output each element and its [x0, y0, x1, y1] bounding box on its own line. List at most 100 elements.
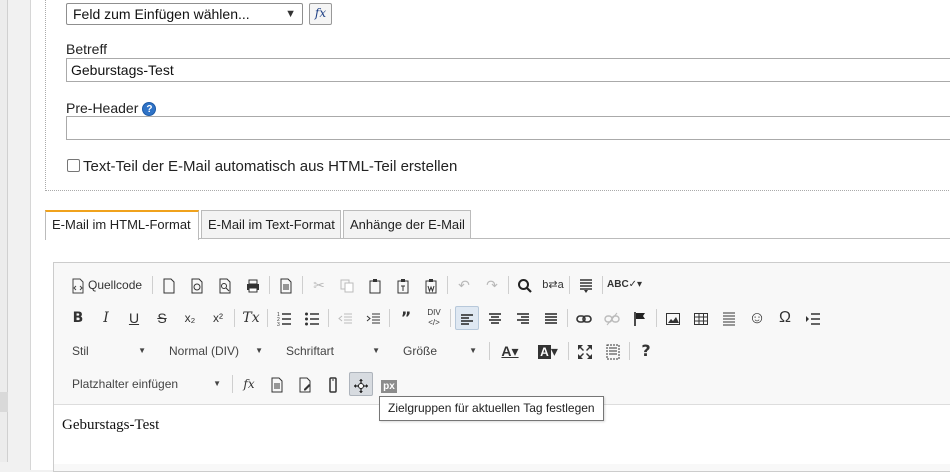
anchor-flag-icon[interactable]	[628, 306, 652, 330]
document-icon[interactable]	[265, 372, 289, 396]
toolbar-separator	[508, 276, 509, 294]
align-right-icon[interactable]	[511, 306, 535, 330]
link-icon[interactable]	[572, 306, 596, 330]
toolbar-separator	[234, 309, 235, 327]
copy-icon[interactable]	[335, 273, 359, 297]
size-combo[interactable]: Größe ▼	[393, 339, 483, 363]
style-combo[interactable]: Stil ▼	[62, 339, 152, 363]
align-justify-icon[interactable]	[539, 306, 563, 330]
strikethrough-button[interactable]: S	[150, 306, 174, 330]
toolbar-separator	[389, 309, 390, 327]
subject-label: Betreff	[66, 41, 107, 57]
paste-icon[interactable]	[363, 273, 387, 297]
replace-icon[interactable]: b⇄a	[541, 273, 565, 297]
style-combo-value: Stil	[72, 344, 89, 358]
create-div-button[interactable]: DIV </>	[422, 306, 446, 330]
chevron-down-icon: ▼	[285, 8, 296, 20]
horizontal-rule-icon[interactable]	[717, 306, 741, 330]
mobile-icon[interactable]	[321, 372, 345, 396]
bulleted-list-icon[interactable]	[300, 306, 324, 330]
subscript-button[interactable]: x₂	[178, 306, 202, 330]
cut-icon[interactable]: ✂	[307, 273, 331, 297]
paste-text-icon[interactable]	[391, 273, 415, 297]
placeholder-combo[interactable]: Platzhalter einfügen ▼	[62, 372, 227, 396]
editor-content-text: Geburstags-Test	[62, 417, 160, 433]
header-fieldset: Feld zum Einfügen wählen... ▼ fx Betreff…	[45, 0, 950, 191]
toolbar-separator	[450, 309, 451, 327]
text-color-icon[interactable]: A▾	[494, 339, 526, 363]
new-page-icon[interactable]	[157, 273, 181, 297]
undo-icon[interactable]: ↶	[452, 273, 476, 297]
insert-function-icon[interactable]: fx	[237, 372, 261, 396]
tab-attachments[interactable]: Anhänge der E-Mail	[343, 210, 471, 239]
select-all-icon[interactable]	[574, 273, 598, 297]
templates-icon[interactable]	[185, 273, 209, 297]
italic-button[interactable]: I	[94, 306, 118, 330]
font-combo[interactable]: Schriftart ▼	[276, 339, 386, 363]
document-properties-icon[interactable]	[274, 273, 298, 297]
toolbar-row-3: Stil ▼ Normal (DIV) ▼ Schriftart ▼ Größe ▼ A…	[62, 339, 950, 365]
insert-field-select[interactable]: Feld zum Einfügen wählen... ▼	[66, 3, 303, 25]
size-combo-value: Größe	[403, 344, 438, 358]
search-icon[interactable]	[513, 273, 537, 297]
special-char-button[interactable]: Ω	[773, 306, 797, 330]
sidebar-scroll-marker	[0, 392, 8, 412]
bold-button[interactable]: B	[66, 306, 90, 330]
toolbar-separator	[328, 309, 329, 327]
maximize-icon[interactable]	[573, 339, 597, 363]
table-icon[interactable]	[689, 306, 713, 330]
preheader-input[interactable]	[66, 116, 950, 140]
image-icon[interactable]	[661, 306, 685, 330]
redo-icon[interactable]: ↷	[480, 273, 504, 297]
toolbar-row-4: Platzhalter einfügen ▼ fx px	[62, 372, 950, 398]
toolbar-separator	[656, 309, 657, 327]
document-edit-icon[interactable]	[293, 372, 317, 396]
source-code-button[interactable]: Quellcode	[88, 273, 142, 297]
spellcheck-icon[interactable]: ABC✓▾	[607, 273, 642, 297]
format-combo-value: Normal (DIV)	[169, 344, 240, 358]
move-target-groups-icon[interactable]	[349, 372, 373, 396]
toolbar-separator	[302, 276, 303, 294]
remove-format-button[interactable]: Tx	[239, 306, 263, 330]
toolbar-separator	[568, 342, 569, 360]
insert-function-button[interactable]: fx	[309, 3, 332, 25]
placeholder-combo-value: Platzhalter einfügen	[72, 377, 179, 391]
print-icon[interactable]	[241, 273, 265, 297]
blockquote-button[interactable]: ”	[394, 306, 418, 330]
numbered-list-icon[interactable]: 123	[272, 306, 296, 330]
font-combo-value: Schriftart	[286, 344, 335, 358]
format-combo[interactable]: Normal (DIV) ▼	[159, 339, 269, 363]
preheader-label-text: Pre-Header	[66, 100, 139, 116]
svg-text:3: 3	[277, 322, 280, 327]
tab-html-format[interactable]: E-Mail im HTML-Format	[45, 210, 199, 240]
align-center-icon[interactable]	[483, 306, 507, 330]
paste-word-icon[interactable]	[419, 273, 443, 297]
align-left-icon[interactable]	[455, 306, 479, 330]
toolbar-row-2: B I U S x₂ x² Tx 123 ” DIV </> ☺ Ω	[62, 306, 950, 332]
chevron-down-icon: ▼	[255, 346, 263, 355]
outdent-icon[interactable]	[333, 306, 357, 330]
underline-button[interactable]: U	[122, 306, 146, 330]
tab-text-format[interactable]: E-Mail im Text-Format	[201, 210, 341, 239]
toolbar-separator	[567, 309, 568, 327]
div-label: DIV	[427, 308, 441, 317]
auto-text-checkbox[interactable]	[67, 159, 80, 172]
px-size-button[interactable]: px	[377, 372, 401, 396]
toolbar-separator	[232, 375, 233, 393]
toolbar-separator	[602, 276, 603, 294]
help-button[interactable]: ?	[634, 339, 658, 363]
toolbar-separator	[569, 276, 570, 294]
show-blocks-icon[interactable]	[601, 339, 625, 363]
background-color-icon[interactable]: A ▾	[532, 339, 564, 363]
subject-input[interactable]: Geburstags-Test	[66, 58, 950, 82]
indent-icon[interactable]	[361, 306, 385, 330]
smiley-icon[interactable]: ☺	[745, 306, 769, 330]
toolbar-separator	[489, 342, 490, 360]
source-code-icon[interactable]	[66, 273, 90, 297]
toolbar-separator	[267, 309, 268, 327]
unlink-icon[interactable]	[600, 306, 624, 330]
page-break-icon[interactable]	[801, 306, 825, 330]
help-icon[interactable]: ?	[142, 102, 157, 117]
superscript-button[interactable]: x²	[206, 306, 230, 330]
preview-icon[interactable]	[213, 273, 237, 297]
